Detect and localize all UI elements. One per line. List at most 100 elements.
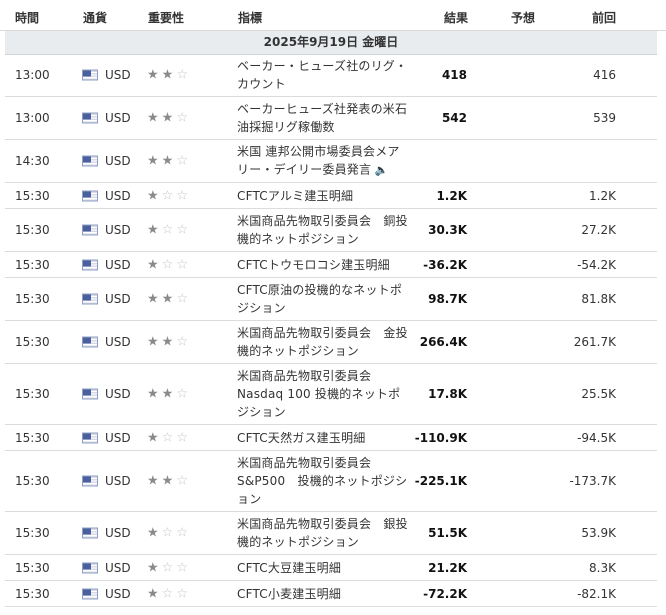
event-time: 15:30 — [15, 526, 50, 540]
star-icon: ★ — [147, 222, 162, 238]
event-name[interactable]: CFTCアルミ建玉明細 — [237, 187, 409, 205]
event-name[interactable]: 米国商品先物取引委員会 銀投機的ネットポジション — [237, 515, 409, 551]
star-icon: ☆ — [176, 257, 191, 272]
star-icon: ★ — [161, 473, 177, 489]
event-time: 15:30 — [15, 560, 50, 575]
star-icon: ★ — [147, 386, 162, 402]
importance-stars: ★☆☆ — [147, 561, 191, 574]
event-name-text[interactable]: CFTC大豆建玉明細 — [237, 561, 341, 575]
us-flag-icon — [82, 293, 98, 305]
us-flag-icon — [82, 432, 98, 443]
table-row[interactable]: 15:30 USD ★☆☆ CFTC大豆建玉明細 21.2K 8.3K — [5, 555, 657, 581]
importance-stars: ★☆☆ — [147, 587, 191, 600]
event-name[interactable]: 米国商品先物取引委員会 Nasdaq 100 投機的ネットポジション — [237, 367, 409, 421]
us-flag-icon — [82, 259, 98, 270]
star-icon: ★ — [147, 153, 162, 169]
event-name[interactable]: 米国商品先物取引委員会 金投機的ネットポジション — [237, 324, 409, 360]
table-row[interactable]: 13:00 USD ★★☆ ベーカー・ヒューズ社のリグ・カウント 418 416 — [5, 54, 657, 97]
event-name-text[interactable]: CFTC小麦建玉明細 — [237, 587, 341, 601]
event-name[interactable]: 米国商品先物取引委員会 銅投機的ネットポジション — [237, 212, 409, 248]
table-row[interactable]: 15:30 USD ★★☆ 米国商品先物取引委員会 S&P500 投機的ネットポジショ… — [5, 451, 657, 512]
star-icon: ☆ — [176, 473, 191, 489]
table-row[interactable]: 15:30 USD ★★☆ CFTC原油の投機的なネットポジション 98.7K 81.8K — [5, 278, 657, 321]
importance-stars: ★★☆ — [147, 69, 191, 82]
star-icon: ★ — [147, 586, 162, 601]
event-name[interactable]: CFTC小麦建玉明細 — [237, 585, 409, 603]
importance-stars: ★☆☆ — [147, 527, 191, 540]
event-name-text[interactable]: CFTC天然ガス建玉明細 — [237, 431, 365, 445]
event-name[interactable]: CFTC天然ガス建玉明細 — [237, 429, 409, 447]
star-icon: ☆ — [176, 291, 191, 307]
event-name[interactable]: 米国商品先物取引委員会 S&P500 投機的ネットポジション — [237, 454, 409, 508]
star-icon: ☆ — [161, 430, 177, 445]
star-icon: ★ — [161, 334, 177, 350]
event-name-text[interactable]: 米国商品先物取引委員会 S&P500 投機的ネットポジション — [237, 456, 407, 506]
table-row[interactable]: 15:30 USD ★★☆ 米国商品先物取引委員会 金投機的ネットポジション 266.4… — [5, 321, 657, 364]
table-row[interactable]: 15:30 USD ★☆☆ CFTC小麦建玉明細 -72.2K -82.1K — [5, 581, 657, 607]
star-icon: ☆ — [176, 586, 191, 601]
star-icon: ☆ — [176, 525, 191, 541]
table-row[interactable]: 15:30 USD ★☆☆ 米国商品先物取引委員会 銅投機的ネットポジション 30.3K… — [5, 209, 657, 252]
event-actual: -72.2K — [423, 586, 467, 601]
event-name-text[interactable]: CFTCトウモロコシ建玉明細 — [237, 258, 390, 272]
event-previous: 261.7K — [573, 335, 616, 349]
event-currency: USD — [105, 188, 131, 203]
event-actual: 30.3K — [428, 223, 467, 237]
table-row[interactable]: 15:30 USD ★☆☆ CFTC天然ガス建玉明細 -110.9K -94.5K — [5, 425, 657, 451]
star-icon: ☆ — [176, 222, 191, 238]
star-icon: ★ — [147, 110, 162, 126]
table-header: 時間 通貨 重要性 指標 結果 予想 前回 — [0, 0, 666, 31]
table-row[interactable]: 14:30 USD ★★☆ 米国 連邦公開市場委員会メアリー・デイリー委員発言 🔈 — [5, 140, 657, 183]
event-currency: USD — [105, 154, 131, 168]
us-flag-icon — [82, 527, 98, 539]
star-icon: ☆ — [176, 560, 191, 575]
star-icon: ★ — [147, 473, 162, 489]
event-name[interactable]: CFTC原油の投機的なネットポジション — [237, 281, 409, 317]
event-name[interactable]: CFTCトウモロコシ建玉明細 — [237, 256, 409, 274]
table-row[interactable]: 15:30 USD ★★☆ 米国商品先物取引委員会 Nasdaq 100 投機的ネット… — [5, 364, 657, 425]
star-icon: ★ — [147, 257, 162, 272]
event-name[interactable]: 米国 連邦公開市場委員会メアリー・デイリー委員発言 🔈 — [237, 143, 409, 180]
event-name-text[interactable]: CFTC原油の投機的なネットポジション — [237, 283, 402, 315]
event-time: 14:30 — [15, 154, 50, 168]
star-icon: ★ — [147, 67, 162, 83]
table-row[interactable]: 15:30 USD ★☆☆ 米国商品先物取引委員会 銀投機的ネットポジション 51.5K… — [5, 512, 657, 555]
event-name-text[interactable]: 米国商品先物取引委員会 銅投機的ネットポジション — [237, 214, 408, 246]
us-flag-icon — [82, 190, 98, 201]
importance-stars: ★★☆ — [147, 475, 191, 488]
event-name[interactable]: CFTC大豆建玉明細 — [237, 559, 409, 577]
event-time: 15:30 — [15, 387, 50, 401]
event-previous: 1.2K — [589, 188, 616, 203]
star-icon: ☆ — [176, 67, 191, 83]
event-name[interactable]: ベーカー・ヒューズ社のリグ・カウント — [237, 57, 409, 93]
event-name-text[interactable]: CFTCアルミ建玉明細 — [237, 189, 353, 203]
event-actual: 1.2K — [436, 188, 467, 203]
event-time: 15:30 — [15, 257, 50, 272]
table-row[interactable]: 13:00 USD ★★☆ ベーカーヒューズ社発表の米石油採掘リグ稼働数 542 539 — [5, 97, 657, 140]
event-list: 13:00 USD ★★☆ ベーカー・ヒューズ社のリグ・カウント 418 416 13:00… — [5, 54, 657, 607]
event-name-text[interactable]: ベーカーヒューズ社発表の米石油採掘リグ稼働数 — [237, 102, 407, 134]
importance-stars: ★★☆ — [147, 293, 191, 306]
event-currency: USD — [105, 335, 131, 349]
event-name-text[interactable]: 米国商品先物取引委員会 金投機的ネットポジション — [237, 326, 408, 358]
event-previous: -54.2K — [577, 257, 616, 272]
event-actual: -36.2K — [423, 257, 467, 272]
economic-calendar: 時間 通貨 重要性 指標 結果 予想 前回 2025年9月19日 金曜日 13:… — [0, 0, 666, 615]
us-flag-icon — [82, 112, 98, 124]
star-icon: ★ — [161, 386, 177, 402]
star-icon: ☆ — [161, 560, 177, 575]
event-actual: 98.7K — [428, 292, 467, 306]
star-icon: ☆ — [161, 222, 177, 238]
event-name-text[interactable]: ベーカー・ヒューズ社のリグ・カウント — [237, 59, 407, 91]
event-currency: USD — [105, 68, 131, 82]
table-row[interactable]: 15:30 USD ★☆☆ CFTCトウモロコシ建玉明細 -36.2K -54.2K — [5, 252, 657, 278]
star-icon: ☆ — [176, 430, 191, 445]
event-name-text[interactable]: 米国商品先物取引委員会 Nasdaq 100 投機的ネットポジション — [237, 369, 400, 419]
importance-stars: ★★☆ — [147, 388, 191, 401]
importance-stars: ★☆☆ — [147, 224, 191, 237]
event-previous: -94.5K — [577, 430, 616, 445]
table-row[interactable]: 15:30 USD ★☆☆ CFTCアルミ建玉明細 1.2K 1.2K — [5, 183, 657, 209]
event-name[interactable]: ベーカーヒューズ社発表の米石油採掘リグ稼働数 — [237, 100, 409, 136]
event-previous: 25.5K — [581, 387, 616, 401]
event-name-text[interactable]: 米国商品先物取引委員会 銀投機的ネットポジション — [237, 517, 408, 549]
